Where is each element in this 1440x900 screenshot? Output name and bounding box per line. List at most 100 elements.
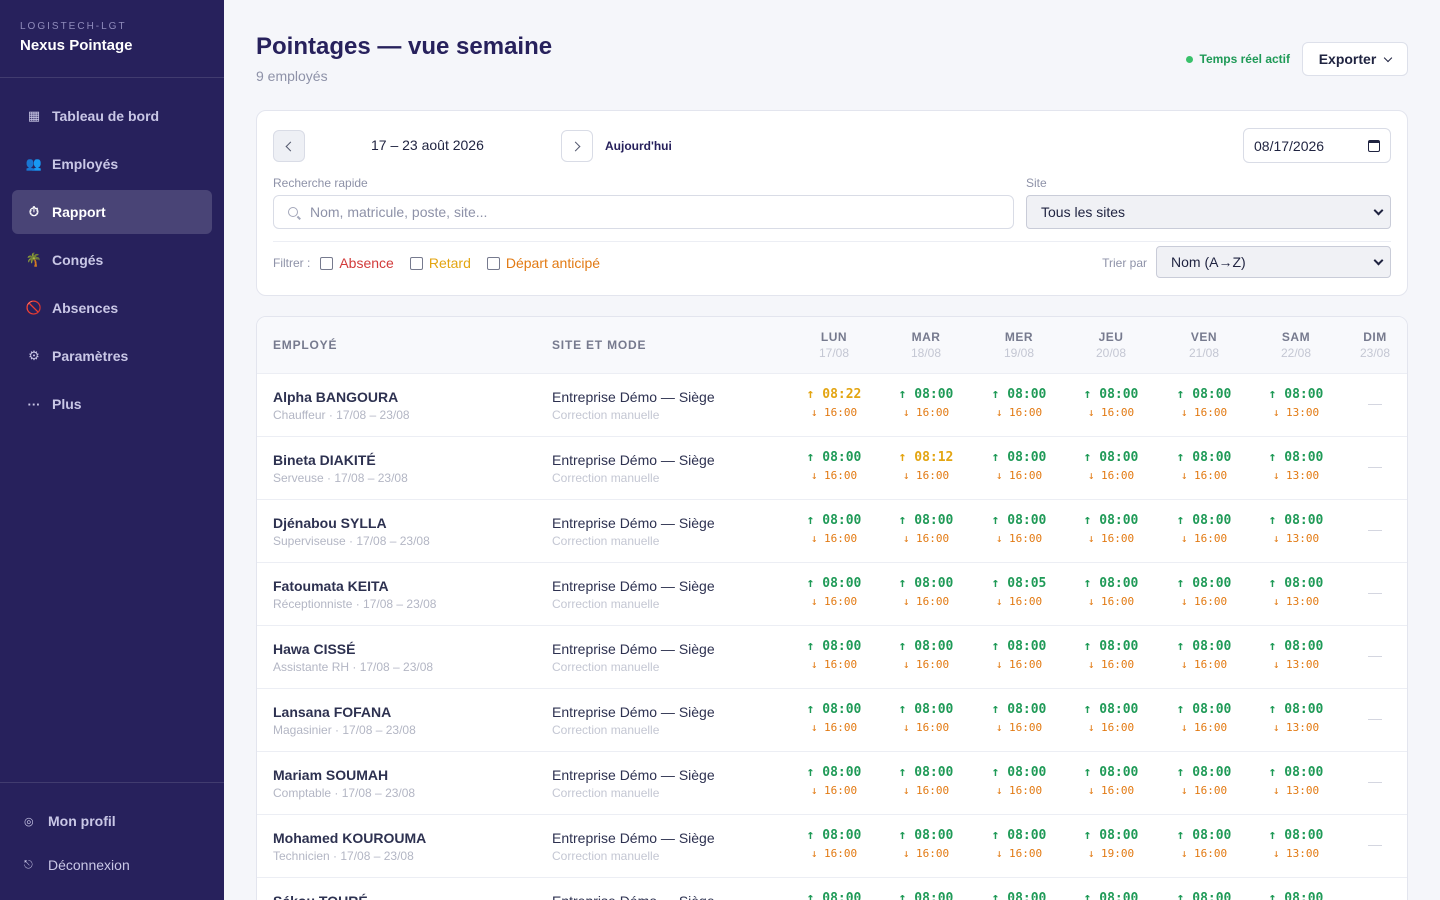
day-cell[interactable]: ↑ 08:00 ↓ 16:00 [1164,450,1244,482]
table-row[interactable]: Mohamed KOUROUMA Technicien · 17/08 – 23/… [257,815,1407,878]
day-cell[interactable]: ↑ 08:00 ↓ 16:00 [886,387,966,419]
prev-week-button[interactable] [273,130,305,162]
day-cell[interactable]: ↑ 08:00 ↓ 16:00 [1164,576,1244,608]
sidebar-item-4[interactable]: 🚫 Absences [12,286,212,330]
col-employee[interactable]: EMPLOYÉ [273,338,337,352]
sidebar-item-2[interactable]: ⏱ Rapport [12,190,212,234]
day-cell[interactable]: ↑ 08:00 ↓ 16:00 [979,702,1059,734]
day-cell[interactable]: ↑ 08:00 ↓ 16:00 [979,513,1059,545]
table-row[interactable]: Djénabou SYLLA Superviseuse · 17/08 – 23/… [257,500,1407,563]
day-cell[interactable]: ↑ 08:00 [1256,891,1336,900]
day-cell[interactable]: ↑ 08:00 ↓ 16:00 [979,765,1059,797]
profile-link[interactable]: ◎ Mon profil [0,799,224,843]
col-site[interactable]: SITE ET MODE [552,338,646,352]
table-row[interactable]: Lansana FOFANA Magasinier · 17/08 – 23/08… [257,689,1407,752]
day-cell[interactable]: ↑ 08:00 ↓ 16:00 [1164,702,1244,734]
day-cell[interactable]: ↑ 08:00 [886,891,966,900]
search-label: Recherche rapide [273,176,368,190]
day-cell[interactable]: ↑ 08:00 [979,891,1059,900]
day-cell[interactable]: ↑ 08:00 ↓ 16:00 [886,576,966,608]
day-cell[interactable]: ↑ 08:00 ↓ 16:00 [1071,639,1151,671]
day-cell[interactable]: ↑ 08:00 ↓ 13:00 [1256,387,1336,419]
day-cell[interactable]: ↑ 08:00 ↓ 16:00 [979,828,1059,860]
org-name: LOGISTECH-LGT [20,21,127,32]
day-cell[interactable]: ↑ 08:00 ↓ 16:00 [886,828,966,860]
attendance-table: EMPLOYÉ SITE ET MODE LUN 17/08 MAR 18/08 MER… [256,316,1408,900]
employee-role: Superviseuse · 17/08 – 23/08 [273,534,430,548]
day-cell[interactable]: ↑ 08:00 ↓ 16:00 [1164,387,1244,419]
date-input[interactable]: 08/17/2026 [1243,128,1391,163]
site-mode: Correction manuelle [552,660,660,674]
day-cell[interactable]: ↑ 08:00 [794,891,874,900]
day-cell[interactable]: ↑ 08:00 ↓ 13:00 [1256,576,1336,608]
site-mode: Correction manuelle [552,471,660,485]
day-cell[interactable]: ↑ 08:00 ↓ 16:00 [1164,765,1244,797]
site-label: Site [1026,176,1047,190]
day-cell[interactable]: ↑ 08:00 ↓ 16:00 [794,765,874,797]
clock-in: ↑ 08:00 [1268,639,1324,654]
day-cell[interactable]: ↑ 08:00 ↓ 16:00 [1164,513,1244,545]
day-cell[interactable]: ↑ 08:00 ↓ 13:00 [1256,450,1336,482]
nav-icon: 👥 [25,156,43,171]
sidebar-item-5[interactable]: ⚙ Paramètres [12,334,212,378]
day-cell[interactable]: ↑ 08:00 ↓ 16:00 [1164,639,1244,671]
filter-absence[interactable]: Absence [320,255,394,271]
day-cell[interactable]: ↑ 08:05 ↓ 16:00 [979,576,1059,608]
site-select[interactable]: Tous les sites [1026,195,1391,229]
day-cell[interactable]: ↑ 08:00 ↓ 16:00 [979,387,1059,419]
day-cell[interactable]: ↑ 08:00 ↓ 16:00 [886,765,966,797]
sidebar-item-3[interactable]: 🌴 Congés [12,238,212,282]
day-cell[interactable]: ↑ 08:00 ↓ 16:00 [886,639,966,671]
day-cell[interactable]: ↑ 08:00 ↓ 16:00 [886,513,966,545]
day-cell[interactable]: ↑ 08:00 [1164,891,1244,900]
day-cell[interactable]: ↑ 08:00 ↓ 16:00 [1071,576,1151,608]
day-cell[interactable]: ↑ 08:00 ↓ 16:00 [1071,702,1151,734]
day-cell[interactable]: ↑ 08:00 ↓ 16:00 [794,576,874,608]
day-cell[interactable]: ↑ 08:00 ↓ 13:00 [1256,765,1336,797]
day-cell[interactable]: ↑ 08:00 ↓ 16:00 [794,639,874,671]
day-cell[interactable]: ↑ 08:00 ↓ 16:00 [794,513,874,545]
day-cell[interactable]: ↑ 08:00 ↓ 16:00 [1071,387,1151,419]
table-row[interactable]: Bineta DIAKITÉ Serveuse · 17/08 – 23/08 En… [257,437,1407,500]
depart-checkbox[interactable] [486,256,500,270]
day-cell[interactable]: ↑ 08:00 ↓ 16:00 [794,450,874,482]
day-cell[interactable]: ↑ 08:00 ↓ 13:00 [1256,639,1336,671]
day-cell[interactable]: ↑ 08:12 ↓ 16:00 [886,450,966,482]
day-cell[interactable]: ↑ 08:00 ↓ 16:00 [979,450,1059,482]
site-name: Entreprise Démo — Siège [552,515,715,531]
day-cell[interactable]: ↑ 08:00 ↓ 16:00 [1071,513,1151,545]
day-cell[interactable]: ↑ 08:00 ↓ 13:00 [1256,702,1336,734]
table-row[interactable]: Sékou TOURÉ Entreprise Démo — Siège ↑ 08:0… [257,878,1407,900]
table-row[interactable]: Alpha BANGOURA Chauffeur · 17/08 – 23/08 E… [257,374,1407,437]
day-cell[interactable]: ↑ 08:00 [1071,891,1151,900]
logout-link[interactable]: ⎋ Déconnexion [0,843,224,887]
day-cell[interactable]: ↑ 08:00 ↓ 19:00 [1071,828,1151,860]
day-cell[interactable]: ↑ 08:00 ↓ 16:00 [886,702,966,734]
calendar-icon[interactable] [1368,139,1380,152]
day-cell[interactable]: ↑ 08:00 ↓ 16:00 [794,702,874,734]
absence-checkbox[interactable] [320,256,334,270]
sort-select[interactable]: Nom (A→Z) [1156,246,1391,278]
sidebar-item-6[interactable]: ··· Plus [12,382,212,426]
day-cell[interactable]: ↑ 08:00 ↓ 16:00 [1071,450,1151,482]
clock-in: ↑ 08:00 [1176,828,1232,843]
day-cell[interactable]: ↑ 08:00 ↓ 16:00 [794,828,874,860]
day-cell[interactable]: ↑ 08:00 ↓ 13:00 [1256,828,1336,860]
day-cell[interactable]: ↑ 08:22 ↓ 16:00 [794,387,874,419]
day-cell[interactable]: ↑ 08:00 ↓ 13:00 [1256,513,1336,545]
next-week-button[interactable] [561,130,593,162]
sidebar-item-1[interactable]: 👥 Employés [12,142,212,186]
day-cell[interactable]: ↑ 08:00 ↓ 16:00 [1071,765,1151,797]
sidebar-item-0[interactable]: ▦ Tableau de bord [12,94,212,138]
table-row[interactable]: Hawa CISSÉ Assistante RH · 17/08 – 23/08 E… [257,626,1407,689]
filter-depart[interactable]: Départ anticipé [486,255,600,271]
day-cell[interactable]: ↑ 08:00 ↓ 16:00 [979,639,1059,671]
retard-checkbox[interactable] [409,256,423,270]
filter-retard[interactable]: Retard [409,255,471,271]
day-cell[interactable]: ↑ 08:00 ↓ 16:00 [1164,828,1244,860]
today-button[interactable]: Aujourd'hui [605,139,672,153]
search-input[interactable]: Nom, matricule, poste, site... [273,195,1014,229]
table-row[interactable]: Mariam SOUMAH Comptable · 17/08 – 23/08 En… [257,752,1407,815]
table-row[interactable]: Fatoumata KEITA Réceptionniste · 17/08 – … [257,563,1407,626]
export-button[interactable]: Exporter [1302,42,1408,76]
